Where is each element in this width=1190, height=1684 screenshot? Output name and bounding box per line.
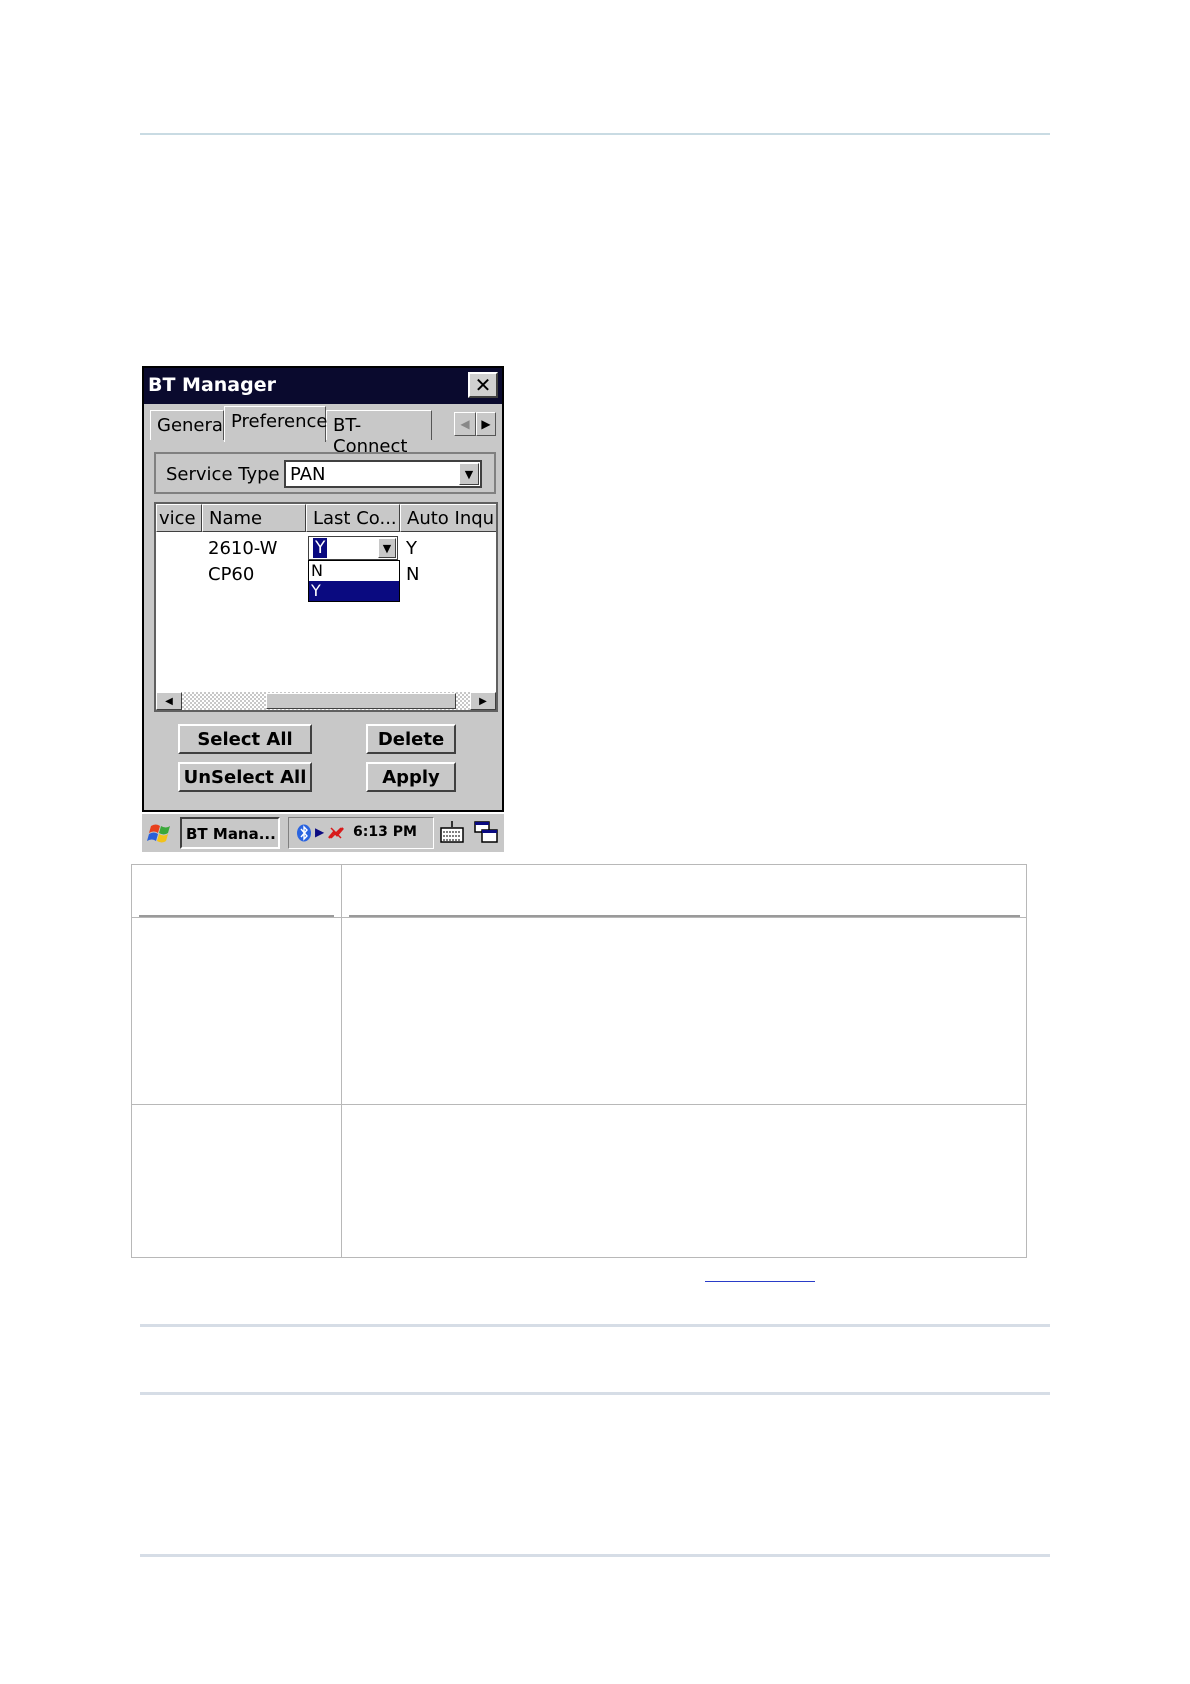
row-2-name[interactable]: CP60 bbox=[208, 564, 254, 585]
table-header-rule bbox=[139, 915, 334, 917]
chevron-right-icon: ▶ bbox=[481, 417, 491, 431]
row-2-auto-inquiry[interactable]: N bbox=[406, 564, 419, 585]
section-rule bbox=[140, 1324, 1050, 1327]
column-header-last-connect[interactable]: Last Co... bbox=[306, 504, 400, 532]
scroll-left-button[interactable]: ◀ bbox=[156, 692, 182, 710]
service-type-label: Service Type bbox=[166, 464, 280, 485]
tab-general[interactable]: General bbox=[150, 410, 228, 440]
column-header-name[interactable]: Name bbox=[202, 504, 306, 532]
dropdown-option-y[interactable]: Y bbox=[309, 581, 399, 601]
chevron-down-icon: ▼ bbox=[464, 467, 474, 481]
preference-panel: Service Type PAN ▼ vice Name Last Co... … bbox=[148, 440, 500, 792]
taskbar: BT Mana... ▶ 6:13 PM bbox=[142, 812, 504, 852]
link-underline bbox=[705, 1281, 815, 1282]
table-row-divider bbox=[132, 917, 1026, 918]
apply-button[interactable]: Apply bbox=[366, 762, 456, 792]
show-desktop-button[interactable] bbox=[472, 818, 500, 846]
clock[interactable]: 6:13 PM bbox=[353, 824, 417, 840]
delete-button[interactable]: Delete bbox=[366, 724, 456, 754]
description-table bbox=[131, 864, 1027, 1258]
row-1-name[interactable]: 2610-W bbox=[208, 538, 277, 559]
column-header-device[interactable]: vice bbox=[156, 504, 202, 532]
chevron-right-icon: ▶ bbox=[479, 695, 487, 707]
footer-rule bbox=[140, 1554, 1050, 1557]
table-column-divider bbox=[341, 865, 342, 1257]
dropdown-arrow-button[interactable]: ▼ bbox=[459, 463, 479, 485]
horizontal-scrollbar[interactable]: ◀ ▶ bbox=[156, 692, 496, 710]
column-header-auto-inquiry[interactable]: Auto Inqu bbox=[400, 504, 496, 532]
last-connect-value: Y bbox=[313, 538, 328, 558]
service-type-select[interactable]: PAN ▼ bbox=[284, 460, 482, 488]
tray-arrow-icon: ▶ bbox=[315, 825, 325, 839]
select-all-button[interactable]: Select All bbox=[178, 724, 312, 754]
system-tray: ▶ 6:13 PM bbox=[288, 817, 434, 849]
row-1-auto-inquiry[interactable]: Y bbox=[406, 538, 417, 559]
tab-preference[interactable]: Preference bbox=[224, 406, 328, 442]
tab-scroll-left-button[interactable]: ◀ bbox=[454, 412, 476, 436]
bluetooth-icon[interactable] bbox=[295, 824, 313, 842]
window-title: BT Manager bbox=[148, 374, 276, 396]
scroll-right-button[interactable]: ▶ bbox=[470, 692, 496, 710]
service-type-group: Service Type PAN ▼ bbox=[154, 452, 496, 494]
chevron-left-icon: ◀ bbox=[460, 417, 470, 431]
title-bar: BT Manager ✕ bbox=[144, 368, 502, 404]
chevron-down-icon: ▼ bbox=[382, 541, 392, 555]
table-header-rule bbox=[349, 915, 1020, 917]
tab-bt-connect[interactable]: BT-Connect bbox=[326, 410, 432, 457]
header-rule bbox=[140, 133, 1050, 135]
close-icon: ✕ bbox=[474, 373, 492, 397]
chevron-left-icon: ◀ bbox=[165, 695, 173, 707]
service-type-value: PAN bbox=[290, 464, 326, 485]
last-connect-dropdown-arrow[interactable]: ▼ bbox=[378, 538, 396, 558]
tab-scroll-controls: ◀ ▶ bbox=[454, 412, 496, 436]
start-icon bbox=[147, 824, 170, 843]
last-connect-dropdown-list[interactable]: N Y bbox=[308, 560, 400, 602]
last-connect-select[interactable]: Y ▼ bbox=[308, 536, 398, 560]
close-button[interactable]: ✕ bbox=[468, 372, 498, 398]
keyboard-button[interactable] bbox=[438, 818, 466, 846]
keyboard-icon bbox=[440, 821, 464, 843]
taskbar-item-bt-manager[interactable]: BT Mana... bbox=[180, 817, 280, 849]
dropdown-option-n[interactable]: N bbox=[309, 561, 399, 581]
section-rule bbox=[140, 1392, 1050, 1395]
device-list[interactable]: vice Name Last Co... Auto Inqu 2610-W Y … bbox=[154, 502, 498, 712]
network-icon[interactable] bbox=[327, 824, 345, 842]
tab-scroll-right-button[interactable]: ▶ bbox=[476, 412, 496, 436]
start-button[interactable] bbox=[146, 818, 176, 848]
desktop-icon bbox=[474, 821, 498, 843]
table-row-divider bbox=[132, 1104, 1026, 1105]
bt-manager-window: BT Manager ✕ General Preference BT-Conne… bbox=[142, 366, 504, 812]
unselect-all-button[interactable]: UnSelect All bbox=[178, 762, 312, 792]
scroll-thumb[interactable] bbox=[266, 693, 456, 709]
